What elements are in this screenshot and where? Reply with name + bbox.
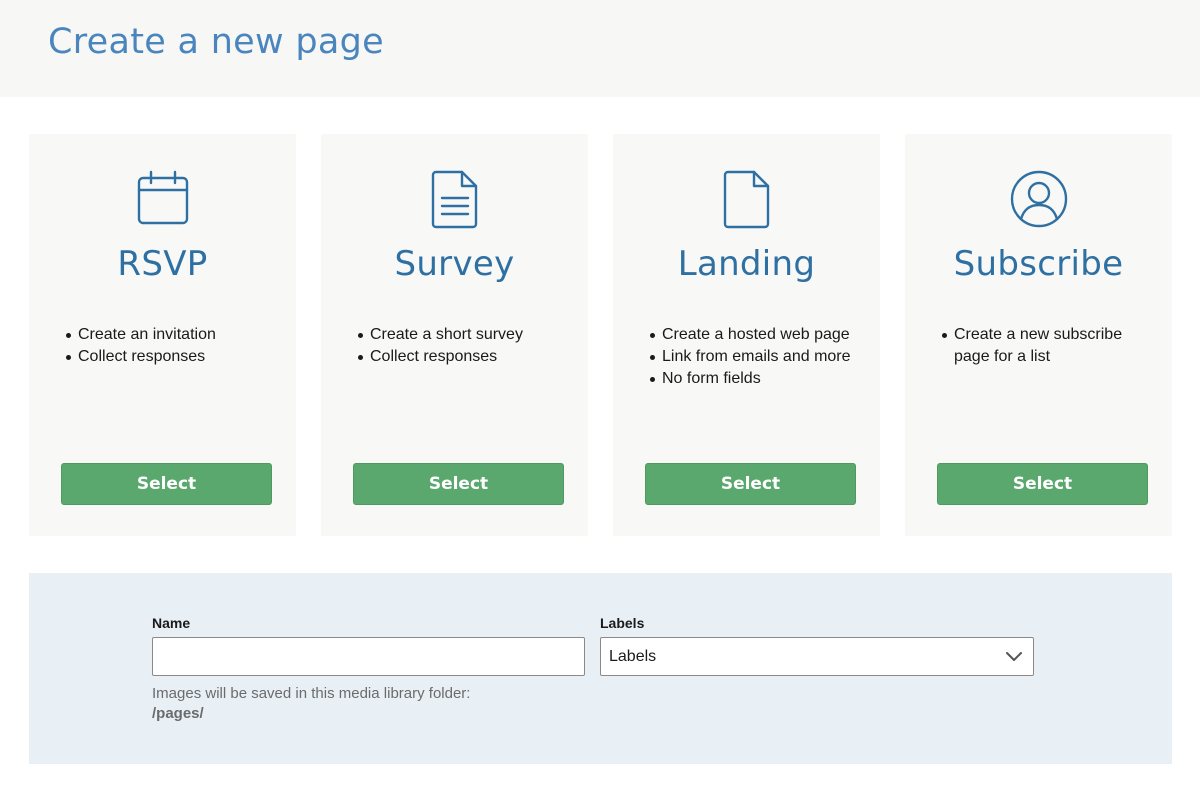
chevron-down-icon (1005, 649, 1023, 663)
card-features-subscribe: Create a new subscribe page for a list (942, 324, 1162, 368)
card-title-landing: Landing (677, 244, 816, 284)
feature-item: Create a hosted web page (650, 324, 870, 346)
select-survey-button[interactable]: Select (353, 463, 564, 505)
feature-item: Create an invitation (66, 324, 286, 346)
document-lines-icon (424, 168, 486, 230)
card-survey: Survey Create a short survey Collect res… (321, 134, 588, 536)
select-landing-button[interactable]: Select (645, 463, 856, 505)
page-settings-panel: Name Labels Labels Images will be saved … (29, 573, 1172, 764)
labels-label: Labels (600, 615, 645, 631)
feature-item: Link from emails and more (650, 346, 870, 368)
name-input[interactable] (152, 637, 585, 676)
card-rsvp: RSVP Create an invitation Collect respon… (29, 134, 296, 536)
card-title-rsvp: RSVP (117, 244, 208, 284)
card-subscribe: Subscribe Create a new subscribe page for… (905, 134, 1172, 536)
card-features-landing: Create a hosted web page Link from email… (650, 324, 870, 390)
feature-item: Collect responses (358, 346, 578, 368)
name-label: Name (152, 615, 191, 631)
labels-selected-value: Labels (609, 648, 657, 665)
page-title: Create a new page (48, 22, 384, 62)
card-title-survey: Survey (394, 244, 515, 284)
card-title-subscribe: Subscribe (953, 244, 1124, 284)
feature-text-line: Create a new subscribe (954, 326, 1123, 343)
media-folder-help-text: Images will be saved in this media libra… (152, 685, 471, 702)
blank-document-icon (716, 168, 778, 230)
media-folder-path: /pages/ (152, 705, 204, 722)
page-header: Create a new page (0, 0, 1200, 97)
user-circle-icon (1008, 168, 1070, 230)
select-subscribe-button[interactable]: Select (937, 463, 1148, 505)
feature-text-line: page for a list (954, 348, 1051, 365)
card-landing: Landing Create a hosted web page Link fr… (613, 134, 880, 536)
card-features-survey: Create a short survey Collect responses (358, 324, 578, 368)
feature-item: Create a new subscribe page for a list (942, 324, 1162, 368)
feature-item: Collect responses (66, 346, 286, 368)
select-rsvp-button[interactable]: Select (61, 463, 272, 505)
feature-item: No form fields (650, 368, 870, 390)
feature-item: Create a short survey (358, 324, 578, 346)
card-features-rsvp: Create an invitation Collect responses (66, 324, 286, 368)
calendar-icon (132, 168, 194, 230)
labels-select[interactable]: Labels (600, 637, 1034, 676)
